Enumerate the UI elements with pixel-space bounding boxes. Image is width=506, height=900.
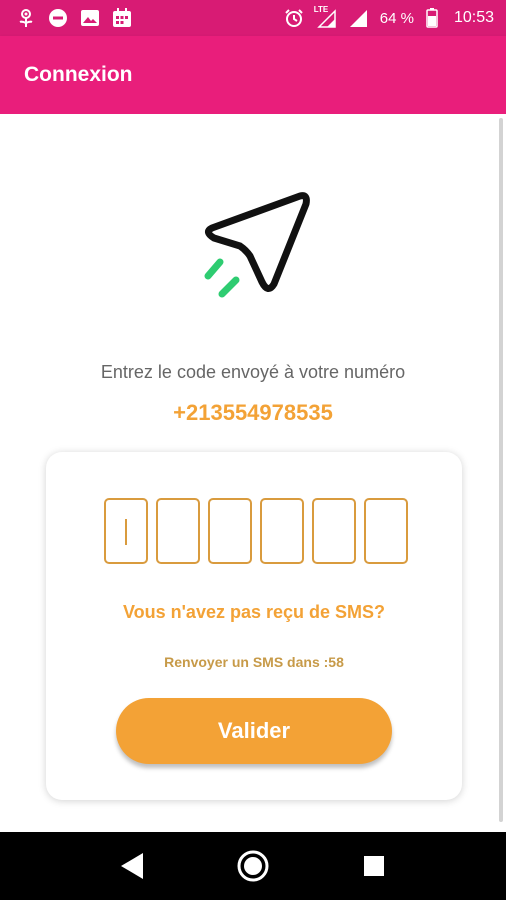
- otp-digit-5[interactable]: [312, 498, 356, 564]
- lte-signal-icon: LTE: [313, 5, 336, 28]
- otp-digit-1[interactable]: [104, 498, 148, 564]
- clock: 10:53: [453, 9, 494, 26]
- otp-input-group: [104, 498, 408, 564]
- submit-button[interactable]: Valider: [116, 698, 392, 764]
- home-icon[interactable]: [233, 846, 273, 886]
- recents-icon[interactable]: [354, 846, 394, 886]
- status-bar-right: LTE 64 % 10:53: [284, 5, 494, 28]
- signal-icon: [348, 8, 368, 28]
- calendar-icon: [112, 8, 132, 28]
- back-icon[interactable]: [112, 846, 152, 886]
- page-title: Connexion: [24, 63, 133, 86]
- phone-number: +213554978535: [173, 400, 333, 425]
- status-bar-left: [16, 8, 132, 28]
- do-not-disturb-icon: [48, 8, 68, 28]
- verification-card: Vous n'avez pas reçu de SMS? Renvoyer un…: [46, 452, 462, 800]
- no-sms-link[interactable]: Vous n'avez pas reçu de SMS?: [46, 602, 462, 623]
- instruction-text: Entrez le code envoyé à votre numéro: [100, 362, 406, 382]
- otp-digit-4[interactable]: [260, 498, 304, 564]
- battery-icon: [426, 8, 438, 28]
- resend-countdown: Renvoyer un SMS dans :58: [164, 654, 344, 670]
- status-bar: LTE 64 % 10:53: [0, 0, 506, 36]
- flower-icon: [16, 8, 36, 28]
- alarm-icon: [284, 8, 304, 28]
- scrollbar[interactable]: [499, 118, 503, 822]
- app-bar: Connexion: [0, 36, 506, 114]
- otp-digit-3[interactable]: [208, 498, 252, 564]
- system-nav-bar: [0, 832, 506, 900]
- network-type-label: LTE: [313, 5, 329, 14]
- otp-digit-2[interactable]: [156, 498, 200, 564]
- battery-percent: 64 %: [379, 9, 414, 27]
- otp-digit-6[interactable]: [364, 498, 408, 564]
- text-cursor: [125, 519, 127, 545]
- image-icon: [80, 8, 100, 28]
- paper-plane-icon: [196, 182, 316, 312]
